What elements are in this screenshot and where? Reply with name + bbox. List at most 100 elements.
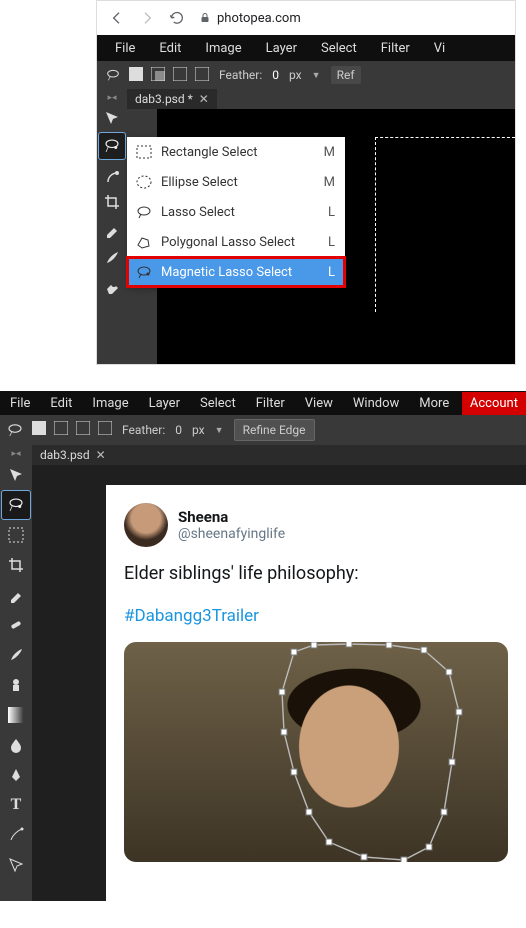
flyout-polygonal-lasso[interactable]: Polygonal Lasso Select L bbox=[127, 227, 345, 257]
flyout-ellipse-select[interactable]: Ellipse Select M bbox=[127, 167, 345, 197]
rectangle-select-icon bbox=[135, 143, 153, 161]
gradient-tool[interactable] bbox=[2, 701, 30, 729]
flyout-lasso-select[interactable]: Lasso Select L bbox=[127, 197, 345, 227]
direct-select-tool[interactable] bbox=[2, 851, 30, 879]
document-area: dab3.psd ✕ Sheena @sheenafyinglife Elder… bbox=[32, 445, 526, 901]
menu-file[interactable]: File bbox=[105, 37, 145, 60]
document-content: Sheena @sheenafyinglife Elder siblings' … bbox=[106, 485, 526, 901]
tweet-author-name: Sheena bbox=[178, 508, 285, 526]
feather-label: Feather: bbox=[122, 423, 165, 437]
account-button[interactable]: Account bbox=[462, 392, 526, 415]
flyout-shortcut: M bbox=[324, 145, 335, 160]
flyout-label: Polygonal Lasso Select bbox=[161, 235, 295, 250]
brush-tool[interactable] bbox=[99, 245, 125, 271]
menu-image[interactable]: Image bbox=[195, 37, 251, 60]
avatar bbox=[124, 503, 168, 547]
tool-palette: ▸◂ T bbox=[0, 445, 32, 901]
document-tab[interactable]: dab3.psd * ✕ bbox=[127, 89, 217, 109]
eyedropper-tool[interactable] bbox=[99, 217, 125, 243]
browser-toolbar: photopea.com bbox=[97, 1, 515, 35]
flyout-rectangle-select[interactable]: Rectangle Select M bbox=[127, 137, 345, 167]
marquee-tool[interactable] bbox=[2, 521, 30, 549]
move-tool[interactable] bbox=[2, 461, 30, 489]
menu-edit[interactable]: Edit bbox=[40, 392, 82, 415]
menu-edit[interactable]: Edit bbox=[149, 37, 191, 60]
move-tool[interactable] bbox=[99, 105, 125, 131]
menu-file[interactable]: File bbox=[0, 392, 40, 415]
close-icon[interactable]: ✕ bbox=[96, 448, 106, 462]
reload-icon[interactable] bbox=[169, 10, 185, 26]
flyout-shortcut: L bbox=[328, 235, 335, 250]
flyout-shortcut: M bbox=[324, 175, 335, 190]
tab-title: dab3.psd * bbox=[135, 92, 193, 106]
polygonal-lasso-icon bbox=[135, 233, 153, 251]
app-menubar: File Edit Image Layer Select Filter Vi bbox=[97, 35, 515, 61]
eraser-tool[interactable] bbox=[99, 273, 125, 299]
feather-value[interactable]: 0 bbox=[272, 68, 279, 82]
menu-more[interactable]: More bbox=[409, 392, 459, 415]
menu-select[interactable]: Select bbox=[311, 37, 367, 60]
close-icon[interactable]: ✕ bbox=[199, 92, 209, 106]
screenshot-bottom: File Edit Image Layer Select Filter View… bbox=[0, 391, 526, 901]
wand-tool[interactable] bbox=[99, 161, 125, 187]
menu-filter[interactable]: Filter bbox=[246, 392, 295, 415]
document-tab[interactable]: dab3.psd ✕ bbox=[32, 445, 526, 465]
menu-layer[interactable]: Layer bbox=[139, 392, 190, 415]
app-menubar: File Edit Image Layer Select Filter View… bbox=[0, 391, 526, 415]
pen-tool[interactable] bbox=[2, 761, 30, 789]
palette-grip-icon[interactable]: ▸◂ bbox=[11, 449, 20, 459]
menu-image[interactable]: Image bbox=[82, 392, 138, 415]
back-icon[interactable] bbox=[109, 10, 125, 26]
tweet-hashtag: #Dabangg3Trailer bbox=[124, 606, 508, 626]
flyout-magnetic-lasso[interactable]: Magnetic Lasso Select L bbox=[127, 257, 345, 287]
feather-stepper-icon[interactable]: ▼ bbox=[215, 425, 224, 436]
refine-edge-button[interactable]: Refine Edge bbox=[234, 419, 315, 441]
refine-edge-button[interactable]: Ref bbox=[331, 66, 361, 84]
lasso-tool[interactable] bbox=[99, 133, 125, 159]
mode-intersect-icon[interactable] bbox=[195, 67, 209, 81]
lasso-flyout-menu: Rectangle Select M Ellipse Select M Lass… bbox=[127, 137, 345, 287]
workspace: ▸◂ dab3.psd * ✕ Rectangle Select M E bbox=[97, 89, 515, 364]
brush-tool[interactable] bbox=[2, 641, 30, 669]
eyedropper-tool[interactable] bbox=[2, 581, 30, 609]
mode-subtract-icon[interactable] bbox=[173, 67, 187, 81]
ellipse-select-icon bbox=[135, 173, 153, 191]
path-select-tool[interactable] bbox=[2, 821, 30, 849]
blur-tool[interactable] bbox=[2, 731, 30, 759]
mode-subtract-icon[interactable] bbox=[76, 421, 90, 435]
feather-label: Feather: bbox=[219, 68, 262, 82]
healing-tool[interactable] bbox=[2, 611, 30, 639]
tool-options-bar: Feather: 0 px ▼ Refine Edge bbox=[0, 415, 526, 445]
mode-new-icon[interactable] bbox=[32, 421, 46, 435]
menu-view-truncated[interactable]: Vi bbox=[424, 37, 455, 60]
lasso-magnetic-icon[interactable] bbox=[6, 421, 24, 439]
feather-value[interactable]: 0 bbox=[175, 423, 182, 437]
clone-tool[interactable] bbox=[2, 671, 30, 699]
crop-tool[interactable] bbox=[2, 551, 30, 579]
lasso-tool[interactable] bbox=[2, 491, 30, 519]
flyout-shortcut: L bbox=[328, 205, 335, 220]
menu-filter[interactable]: Filter bbox=[371, 37, 420, 60]
tab-title: dab3.psd bbox=[40, 448, 90, 462]
mode-new-icon[interactable] bbox=[129, 67, 143, 81]
tool-palette: ▸◂ bbox=[97, 89, 127, 364]
address-bar[interactable]: photopea.com bbox=[199, 11, 301, 26]
tweet-image bbox=[124, 642, 508, 862]
palette-grip-icon[interactable]: ▸◂ bbox=[107, 93, 116, 103]
mode-add-icon[interactable] bbox=[54, 421, 68, 435]
text-tool[interactable]: T bbox=[2, 791, 30, 819]
lock-icon bbox=[199, 12, 211, 24]
crop-tool[interactable] bbox=[99, 189, 125, 215]
canvas[interactable]: Sheena @sheenafyinglife Elder siblings' … bbox=[32, 465, 526, 901]
mode-add-icon[interactable] bbox=[151, 67, 165, 81]
forward-icon[interactable] bbox=[139, 10, 155, 26]
mode-intersect-icon[interactable] bbox=[98, 421, 112, 435]
lasso-magnetic-icon[interactable] bbox=[105, 67, 121, 83]
menu-select[interactable]: Select bbox=[190, 392, 246, 415]
feather-stepper-icon[interactable]: ▼ bbox=[312, 70, 321, 81]
menu-window[interactable]: Window bbox=[343, 392, 409, 415]
feather-unit: px bbox=[192, 423, 205, 437]
menu-view[interactable]: View bbox=[295, 392, 343, 415]
flyout-label: Ellipse Select bbox=[161, 175, 238, 190]
menu-layer[interactable]: Layer bbox=[256, 37, 307, 60]
